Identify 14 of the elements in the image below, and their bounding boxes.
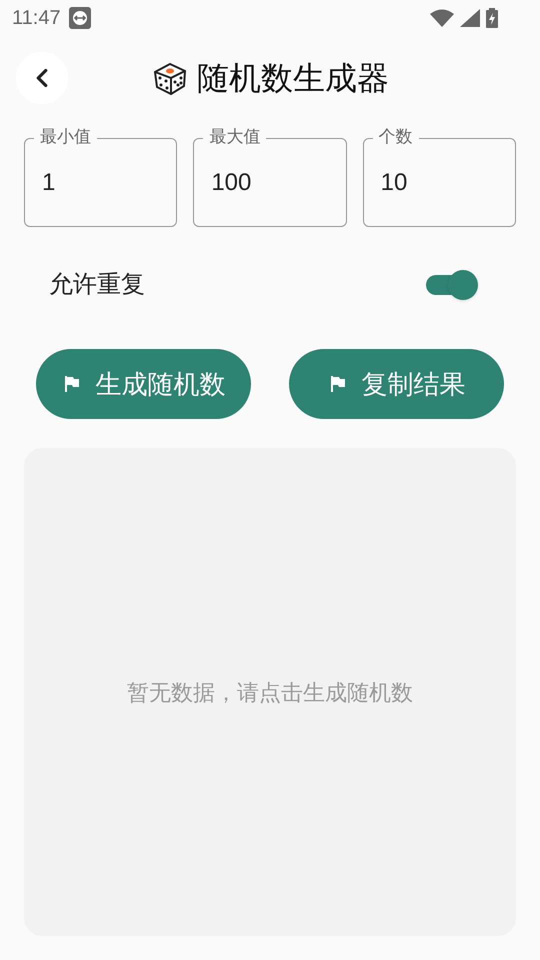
action-button[interactable]: 生成随机数 [36,349,251,419]
battery-icon [486,8,498,28]
page-title: 随机数生成器 [197,59,389,98]
allow-repeat-label: 允许重复 [49,270,145,300]
toggle-switch[interactable] [424,270,478,300]
field-value: 100 [211,168,252,198]
field-value: 1 [42,168,56,198]
empty-message: 暂无数据，请点击生成随机数 [127,678,413,706]
field-value: 10 [380,168,408,198]
action-button[interactable]: 复制结果 [289,349,504,419]
wifi-icon [430,9,454,27]
remote-app-icon [68,7,91,29]
status-time: 11:47 [12,6,61,31]
signal-icon [460,9,480,27]
